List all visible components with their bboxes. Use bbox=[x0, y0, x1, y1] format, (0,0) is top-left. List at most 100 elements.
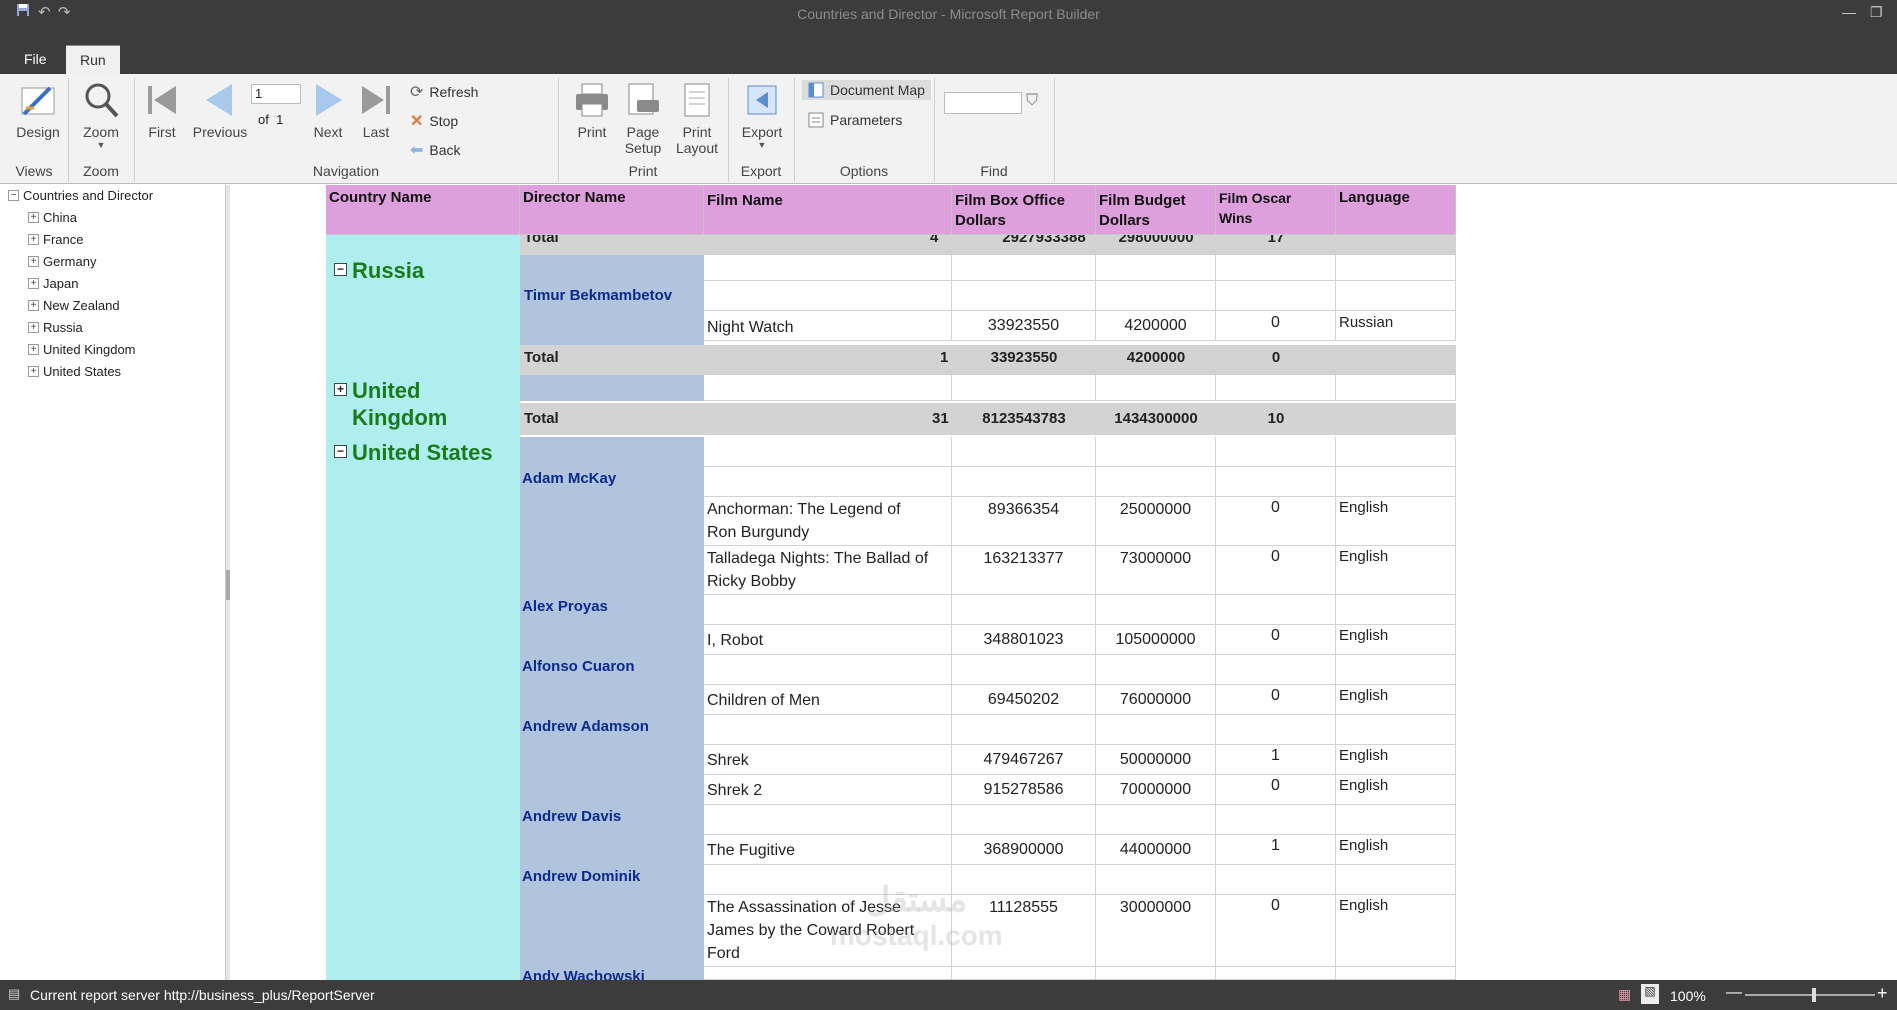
chevron-down-icon: ▼ bbox=[757, 140, 767, 150]
stop-button[interactable]: ✕ Stop bbox=[410, 111, 458, 131]
director-name: Alex Proyas bbox=[522, 598, 608, 615]
magnifier-icon bbox=[85, 83, 119, 118]
expand-toggle-icon[interactable]: + bbox=[334, 383, 347, 396]
document-map-button[interactable]: Document Map bbox=[802, 80, 931, 100]
expand-icon[interactable]: + bbox=[28, 300, 39, 311]
total-box-office: 33923550 bbox=[990, 349, 1058, 366]
film-name: Night Watch bbox=[704, 311, 952, 341]
print-layout-icon bbox=[684, 83, 710, 117]
blank-cell bbox=[1096, 467, 1216, 497]
tree-root[interactable]: − Countries and Director bbox=[8, 188, 153, 203]
tree-item-label: France bbox=[43, 232, 84, 247]
tree-item-label: United States bbox=[43, 364, 122, 379]
ribbon: Design Views Zoom ▼ Zoom First Previous … bbox=[0, 74, 1897, 184]
country-group-united-states: − United States bbox=[326, 437, 520, 980]
first-page-icon bbox=[148, 86, 176, 114]
expand-icon[interactable]: + bbox=[28, 344, 39, 355]
budget-value: 30000000 bbox=[1096, 895, 1216, 967]
collapse-toggle-icon[interactable]: − bbox=[334, 445, 347, 458]
blank-cell bbox=[1336, 655, 1456, 685]
page-number-input[interactable]: 1 bbox=[251, 84, 301, 104]
blank-cell bbox=[1216, 967, 1336, 980]
zoom-level: 100% bbox=[1670, 988, 1706, 1004]
tab-run[interactable]: Run bbox=[66, 45, 120, 74]
budget-value: 4200000 bbox=[1096, 311, 1216, 341]
total-label: Total bbox=[524, 410, 559, 427]
design-button[interactable]: Design bbox=[14, 80, 62, 140]
tree-item-germany[interactable]: + Germany bbox=[28, 254, 96, 269]
blank-cell bbox=[704, 595, 952, 625]
expand-icon[interactable]: + bbox=[28, 366, 39, 377]
expand-icon[interactable]: + bbox=[28, 278, 39, 289]
tree-item-united-kingdom[interactable]: + United Kingdom bbox=[28, 342, 136, 357]
ribbon-tab-strip: File Run bbox=[0, 37, 1897, 74]
print-layout-button[interactable]: Print Layout bbox=[674, 80, 720, 156]
tree-item-france[interactable]: + France bbox=[28, 232, 83, 247]
page-setup-label-1: Page bbox=[626, 124, 660, 140]
country-group-russia: − Russia bbox=[326, 255, 520, 375]
header-country: Country Name bbox=[326, 185, 520, 235]
tree-item-label: Japan bbox=[43, 276, 79, 291]
export-button[interactable]: Export ▼ bbox=[738, 80, 786, 150]
blank-cell bbox=[1096, 655, 1216, 685]
first-label: First bbox=[148, 124, 176, 140]
tree-item-united-states[interactable]: + United States bbox=[28, 364, 121, 379]
tree-root-label: Countries and Director bbox=[23, 188, 154, 203]
printer-icon bbox=[576, 83, 608, 117]
oscar-value: 1 bbox=[1216, 835, 1336, 865]
parameters-label: Parameters bbox=[830, 112, 903, 128]
director-cell bbox=[520, 437, 704, 467]
tree-item-russia[interactable]: + Russia bbox=[28, 320, 83, 335]
zoom-button[interactable]: Zoom ▼ bbox=[78, 80, 124, 150]
export-icon bbox=[747, 85, 777, 115]
print-button[interactable]: Print bbox=[570, 80, 614, 140]
zoom-in-icon[interactable]: + bbox=[1877, 983, 1888, 1004]
tab-file[interactable]: File bbox=[10, 45, 61, 74]
first-page-button[interactable]: First bbox=[142, 80, 182, 140]
report-icon[interactable]: ▦ bbox=[1618, 986, 1631, 1003]
oscar-value: 0 bbox=[1216, 895, 1336, 967]
tree-item-japan[interactable]: + Japan bbox=[28, 276, 78, 291]
country-group-united-kingdom: + United Kingdom bbox=[326, 375, 520, 437]
title-bar: ↶ ↷ Countries and Director - Microsoft R… bbox=[0, 0, 1897, 37]
parameters-button[interactable]: Parameters bbox=[808, 112, 902, 128]
zoom-slider-thumb[interactable] bbox=[1812, 988, 1816, 1002]
collapse-toggle-icon[interactable]: − bbox=[334, 263, 347, 276]
last-page-button[interactable]: Last bbox=[356, 80, 396, 140]
language-value: English bbox=[1336, 835, 1456, 865]
film-name: Children of Men bbox=[704, 685, 952, 715]
tree-item-new-zealand[interactable]: + New Zealand bbox=[28, 298, 120, 313]
director-name: Andrew Adamson bbox=[522, 718, 649, 735]
restore-icon[interactable]: ❐ bbox=[1870, 4, 1883, 21]
page-view-icon[interactable]: ▧ bbox=[1641, 984, 1659, 1004]
expand-icon[interactable]: + bbox=[28, 322, 39, 333]
expand-icon[interactable]: + bbox=[28, 256, 39, 267]
budget-value: 50000000 bbox=[1096, 745, 1216, 775]
group-label-find: Find bbox=[980, 163, 1008, 179]
blank-cell bbox=[1096, 805, 1216, 835]
blank-cell bbox=[1096, 595, 1216, 625]
oscar-value: 0 bbox=[1216, 497, 1336, 546]
next-page-button[interactable]: Next bbox=[308, 80, 348, 140]
collapse-icon[interactable]: − bbox=[8, 190, 19, 201]
zoom-out-icon[interactable]: — bbox=[1726, 984, 1742, 1002]
box-office-value: 33923550 bbox=[952, 311, 1096, 341]
minimize-icon[interactable]: — bbox=[1842, 4, 1856, 20]
expand-icon[interactable]: + bbox=[28, 212, 39, 223]
zoom-slider[interactable] bbox=[1745, 994, 1875, 996]
page-setup-button[interactable]: Page Setup bbox=[620, 80, 666, 156]
refresh-button[interactable]: ⟳ Refresh bbox=[410, 82, 478, 102]
expand-icon[interactable]: + bbox=[28, 234, 39, 245]
group-label-navigation: Navigation bbox=[312, 163, 380, 179]
find-input[interactable] bbox=[944, 92, 1022, 114]
back-button[interactable]: ⬅ Back bbox=[410, 140, 461, 160]
print-layout-label-1: Print bbox=[682, 124, 712, 140]
country-name: United States bbox=[352, 440, 493, 465]
uk-total-row: Total 31 8123543783 1434300000 10 bbox=[520, 403, 1456, 435]
tree-item-china[interactable]: + China bbox=[28, 210, 77, 225]
document-map-pane: − Countries and Director + China + Franc… bbox=[0, 185, 226, 980]
director-cell bbox=[520, 375, 704, 401]
language-value: English bbox=[1336, 497, 1456, 546]
binoculars-icon[interactable]: ⛉ bbox=[1026, 92, 1038, 110]
previous-page-button[interactable]: Previous bbox=[190, 80, 250, 140]
